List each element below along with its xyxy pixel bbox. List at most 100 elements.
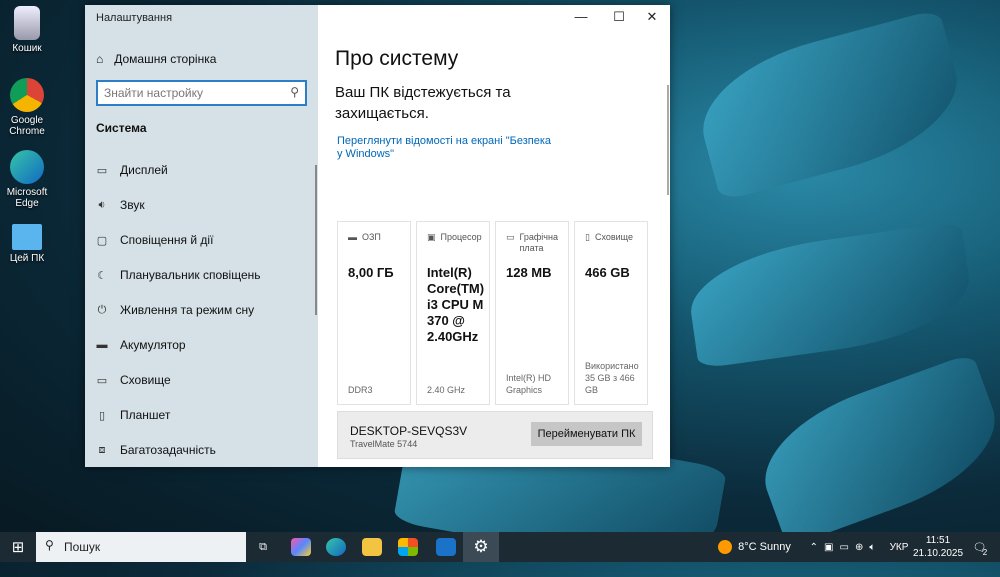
copilot-button[interactable] xyxy=(290,532,312,562)
search-icon: ⚲ xyxy=(45,538,54,552)
settings-taskbar-button[interactable]: ⚙ xyxy=(463,532,499,562)
ram-icon: ▬ xyxy=(348,232,357,242)
spec-card: ▯ Сховище 466 GB Використано 35 GB з 466 GB xyxy=(574,221,648,405)
card-detail: Intel(R) HD Graphics xyxy=(506,373,552,395)
search-icon: ⚲ xyxy=(290,85,299,99)
card-label: Графічна плата xyxy=(519,232,558,253)
card-label: Процесор xyxy=(440,232,482,242)
outlook-icon xyxy=(436,538,456,556)
camera-icon[interactable]: ▣ xyxy=(824,542,833,553)
sun-icon xyxy=(718,540,733,554)
about-pane: — ☐ ✕ Про систему Ваш ПК відстежується т… xyxy=(318,5,670,467)
edge-icon xyxy=(10,150,44,184)
start-button[interactable]: ⊞ xyxy=(0,532,36,562)
weather-widget[interactable]: 8°C Sunny xyxy=(712,532,797,562)
icon-label: Google Chrome xyxy=(9,115,45,137)
sidebar-item[interactable]: ▭ Дисплей xyxy=(96,163,168,177)
sidebar-item-label: Звук xyxy=(120,198,145,212)
system-tray[interactable]: ⌃ ▣ ▭ ⊕ 🔈︎ xyxy=(800,532,885,562)
card-detail: DDR3 xyxy=(348,385,373,395)
sidebar-item-label: Акумулятор xyxy=(120,338,186,352)
icon-label: Цей ПК xyxy=(9,253,45,264)
home-link[interactable]: ⌂ Домашня сторінка xyxy=(96,52,216,66)
rename-pc-button[interactable]: Перейменувати ПК xyxy=(531,422,642,446)
battery-icon: ▬ xyxy=(96,339,108,351)
storage-icon: ▭ xyxy=(96,374,108,387)
battery-icon[interactable]: ▭ xyxy=(840,542,849,553)
icon-label: Microsoft Edge xyxy=(6,187,48,209)
settings-sidebar: Налаштування ⌂ Домашня сторінка Знайти на… xyxy=(85,5,318,467)
card-label: ОЗП xyxy=(362,232,381,242)
sidebar-item[interactable]: ▬ Акумулятор xyxy=(96,338,186,352)
store-button[interactable] xyxy=(396,532,420,562)
taskbar-search[interactable]: ⚲ Пошук xyxy=(36,532,246,562)
language-indicator[interactable]: УКР xyxy=(885,532,913,562)
sidebar-item[interactable]: ⧈ Багатозадачність xyxy=(96,443,216,457)
section-heading: Система xyxy=(96,121,147,135)
window-title: Налаштування xyxy=(96,12,173,24)
protection-status: Ваш ПК відстежується та захищається. xyxy=(335,84,511,122)
time: 11:51 xyxy=(925,535,951,546)
sidebar-item-label: Багатозадачність xyxy=(120,443,216,457)
notification-count: 2 xyxy=(982,547,988,557)
spec-card: ▬ ОЗП 8,00 ГБ DDR3 xyxy=(337,221,411,405)
sidebar-item-label: Планшет xyxy=(120,408,171,422)
windows-icon: ⊞ xyxy=(11,539,25,556)
sidebar-item-label: Живлення та режим сну xyxy=(120,303,255,317)
settings-window: Налаштування ⌂ Домашня сторінка Знайти на… xyxy=(85,5,670,467)
sidebar-item[interactable]: ▢ Сповіщення й дії xyxy=(96,233,214,247)
content-scrollbar[interactable] xyxy=(667,85,669,195)
power-icon: ⏻ xyxy=(97,303,107,316)
card-label: Сховище xyxy=(594,232,633,242)
task-view-button[interactable]: ⧉ xyxy=(250,532,276,562)
close-button[interactable]: ✕ xyxy=(637,9,667,25)
pc-name-box: DESKTOP-SEVQS3V TravelMate 5744 Переймен… xyxy=(337,411,653,459)
desktop-this-pc[interactable]: Цей ПК xyxy=(4,224,50,264)
cpu-icon: ▣ xyxy=(427,232,436,242)
edge-taskbar-button[interactable] xyxy=(325,532,347,562)
chrome-icon xyxy=(10,78,44,112)
sidebar-item-label: Сповіщення й дії xyxy=(120,233,214,247)
card-value: 466 GB xyxy=(585,265,630,280)
sidebar-scrollbar[interactable] xyxy=(315,165,317,315)
explorer-button[interactable] xyxy=(360,532,384,562)
sound-icon: 🔉︎ xyxy=(98,198,106,211)
card-value: Intel(R) Core(TM) i3 CPU M 370 @ 2.40GHz xyxy=(427,265,485,344)
sidebar-item[interactable]: ☾ Планувальник сповіщень xyxy=(96,268,261,282)
card-value: 8,00 ГБ xyxy=(348,265,394,280)
recycle-bin-icon xyxy=(14,6,40,40)
notifications-icon: ▢ xyxy=(96,234,108,247)
maximize-button[interactable]: ☐ xyxy=(604,9,634,25)
clock[interactable]: 11:51 21.10.2025 xyxy=(913,532,963,562)
desktop-recycle-bin[interactable]: Кошик xyxy=(4,6,50,54)
wallpaper-leaf xyxy=(683,221,977,369)
multitask-icon: ⧈ xyxy=(98,443,106,456)
desktop-chrome[interactable]: Google Chrome xyxy=(4,78,50,137)
copilot-icon xyxy=(291,538,311,556)
sidebar-item[interactable]: ▯ Планшет xyxy=(96,408,170,422)
search-input[interactable]: Знайти настройку ⚲ xyxy=(96,80,307,106)
sidebar-item-label: Планувальник сповіщень xyxy=(120,268,261,282)
sidebar-item[interactable]: ⏻ Живлення та режим сну xyxy=(96,303,255,317)
sidebar-item[interactable]: ▭ Сховище xyxy=(96,373,171,387)
network-icon[interactable]: ⊕ xyxy=(855,542,863,553)
notifications-button[interactable]: 🗨︎ 2 xyxy=(965,532,995,562)
date: 21.10.2025 xyxy=(912,548,964,559)
outlook-button[interactable] xyxy=(434,532,458,562)
card-detail: Використано 35 GB з 466 GB xyxy=(585,361,639,395)
sidebar-item[interactable]: 🔉︎ Звук xyxy=(96,198,145,212)
volume-icon[interactable]: 🔈︎ xyxy=(869,542,875,553)
page-title: Про систему xyxy=(335,47,459,70)
desktop-edge[interactable]: Microsoft Edge xyxy=(4,150,50,209)
sidebar-item-label: Дисплей xyxy=(120,163,168,177)
security-link[interactable]: Переглянути відомості на екрані "Безпека… xyxy=(337,135,557,161)
tablet-icon: ▯ xyxy=(98,409,106,422)
task-view-icon: ⧉ xyxy=(259,540,267,553)
search-label: Пошук xyxy=(64,540,101,554)
minimize-button[interactable]: — xyxy=(566,9,596,24)
home-icon: ⌂ xyxy=(96,52,104,66)
spec-card: ▭ Графічна плата 128 MB Intel(R) HD Graphic… xyxy=(495,221,569,405)
taskbar: ⊞ ⚲ Пошук ⧉ ⚙ 8°C Sunny ⌃ ▣ ▭ ⊕ 🔈︎ УКР 11:51 2… xyxy=(0,532,1000,562)
store-icon xyxy=(398,538,418,556)
chevron-up-icon[interactable]: ⌃ xyxy=(810,542,818,553)
